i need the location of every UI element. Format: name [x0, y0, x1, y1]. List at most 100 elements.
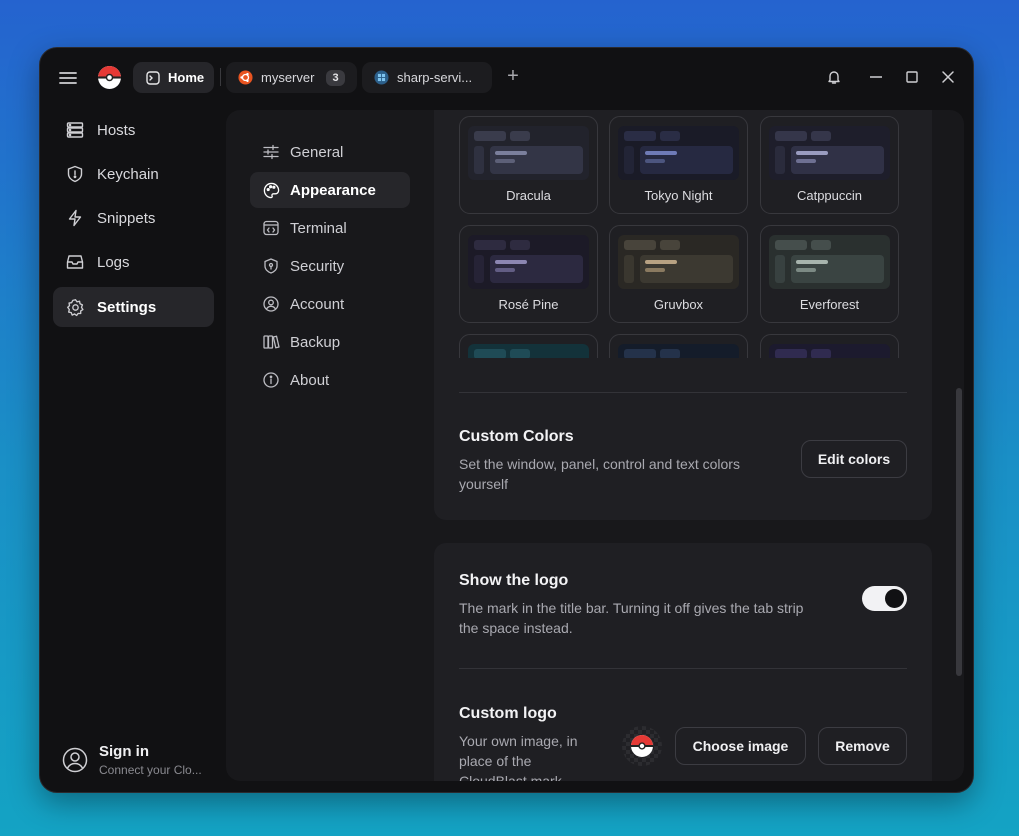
preview-pill	[510, 240, 530, 250]
theme-preview	[618, 235, 739, 289]
tab-label: Home	[168, 70, 205, 85]
sign-in-title: Sign in	[99, 743, 149, 760]
description-line: place of the	[459, 753, 532, 769]
preview-content	[490, 146, 583, 174]
settings-nav-appearance[interactable]: Appearance	[250, 172, 410, 208]
preview-pill	[624, 131, 656, 141]
tab-myserver[interactable]: myserver 3	[226, 62, 357, 93]
description-line: Set the window, panel, control and text …	[459, 456, 740, 472]
settings-nav-label: About	[290, 371, 330, 389]
preview-sidebar	[624, 255, 634, 283]
title-bar: Home myserver 3 sharp-servi... +	[40, 48, 973, 110]
theme-option[interactable]	[760, 334, 899, 358]
preview-sidebar	[624, 146, 634, 174]
sidebar-item-snippets[interactable]: Snippets	[53, 198, 214, 238]
settings-panel: General Appearance Terminal Security Acc…	[226, 110, 964, 781]
theme-option[interactable]: Dracula	[459, 116, 598, 214]
preview-content	[791, 146, 884, 174]
close-icon[interactable]	[939, 68, 957, 86]
show-logo-title: Show the logo	[459, 572, 569, 589]
preview-content	[640, 146, 733, 174]
edit-colors-button[interactable]: Edit colors	[801, 440, 907, 478]
preview-pill	[811, 131, 831, 141]
minimize-icon[interactable]	[867, 68, 885, 86]
theme-option[interactable]: Rosé Pine	[459, 225, 598, 323]
settings-nav-general[interactable]: General	[250, 134, 410, 170]
theme-name: Dracula	[506, 188, 551, 203]
preview-pill	[624, 349, 656, 358]
sidebar-item-label: Logs	[97, 253, 130, 271]
theme-option[interactable]	[609, 334, 748, 358]
description-line: CloudBlast mark.	[459, 773, 566, 781]
preview-line	[796, 268, 816, 272]
choose-image-button[interactable]: Choose image	[675, 727, 806, 765]
sidebar-item-label: Settings	[97, 298, 157, 316]
settings-nav-about[interactable]: About	[250, 362, 410, 398]
code-window-icon	[262, 219, 280, 237]
hamburger-menu-icon[interactable]	[58, 67, 80, 89]
server-icon	[65, 120, 85, 140]
theme-option[interactable]	[459, 334, 598, 358]
sidebar-item-logs[interactable]: Logs	[53, 242, 214, 282]
settings-nav-security[interactable]: Security	[250, 248, 410, 284]
main-sidebar: Hosts Keychain Snippets Logs Settings Si…	[40, 110, 225, 792]
preview-pill	[660, 349, 680, 358]
appearance-card: Dracula Tokyo Night Catppuccin Rosé Pine Gru…	[434, 110, 932, 520]
preview-line	[796, 151, 828, 155]
preview-line	[495, 151, 527, 155]
theme-option[interactable]: Catppuccin	[760, 116, 899, 214]
theme-option[interactable]: Gruvbox	[609, 225, 748, 323]
inbox-icon	[65, 252, 85, 272]
settings-nav-label: Terminal	[290, 219, 347, 237]
preview-pill	[775, 131, 807, 141]
preview-pill	[811, 240, 831, 250]
sidebar-item-keychain[interactable]: Keychain	[53, 154, 214, 194]
settings-nav-backup[interactable]: Backup	[250, 324, 410, 360]
sidebar-item-hosts[interactable]: Hosts	[53, 110, 214, 150]
theme-preview	[769, 235, 890, 289]
theme-name: Everforest	[799, 297, 860, 312]
theme-option[interactable]: Tokyo Night	[609, 116, 748, 214]
gear-icon	[65, 297, 85, 317]
theme-option[interactable]: Everforest	[760, 225, 899, 323]
tab-home[interactable]: Home	[133, 62, 214, 93]
maximize-icon[interactable]	[903, 68, 921, 86]
theme-preview	[769, 344, 890, 358]
theme-grid: Dracula Tokyo Night Catppuccin Rosé Pine Gru…	[434, 110, 932, 358]
preview-pill	[775, 240, 807, 250]
show-logo-toggle[interactable]	[862, 586, 907, 611]
tab-sharp-server[interactable]: sharp-servi...	[362, 62, 492, 93]
preview-line	[796, 260, 828, 264]
theme-preview	[468, 235, 589, 289]
book-icon	[262, 333, 280, 351]
tab-label: myserver	[261, 70, 315, 85]
tab-separator	[220, 68, 221, 86]
sign-in-button[interactable]: Sign in Connect your Clo...	[62, 743, 202, 777]
tab-count-badge: 3	[326, 69, 345, 86]
preview-line	[495, 268, 515, 272]
custom-logo-title: Custom logo	[459, 705, 557, 722]
theme-name: Catppuccin	[796, 188, 863, 203]
remove-logo-button[interactable]: Remove	[818, 727, 907, 765]
tab-label: sharp-servi...	[397, 70, 473, 85]
preview-sidebar	[474, 146, 484, 174]
preview-sidebar	[775, 146, 785, 174]
custom-logo-preview	[622, 726, 662, 766]
palette-icon	[262, 181, 280, 199]
theme-preview	[618, 344, 739, 358]
theme-preview	[769, 126, 890, 180]
preview-content	[490, 255, 583, 283]
sign-in-subtitle: Connect your Clo...	[99, 763, 202, 777]
logo-card: Show the logo The mark in the title bar.…	[434, 543, 932, 781]
preview-line	[645, 159, 665, 163]
section-divider	[459, 668, 907, 669]
settings-nav-label: General	[290, 143, 344, 161]
custom-colors-title: Custom Colors	[459, 428, 574, 445]
sidebar-item-settings[interactable]: Settings	[53, 287, 214, 327]
bell-icon[interactable]	[825, 68, 843, 86]
settings-scrollbar[interactable]	[956, 388, 962, 676]
add-tab-button[interactable]: +	[504, 66, 522, 87]
settings-nav-terminal[interactable]: Terminal	[250, 210, 410, 246]
preview-line	[796, 159, 816, 163]
settings-nav-account[interactable]: Account	[250, 286, 410, 322]
